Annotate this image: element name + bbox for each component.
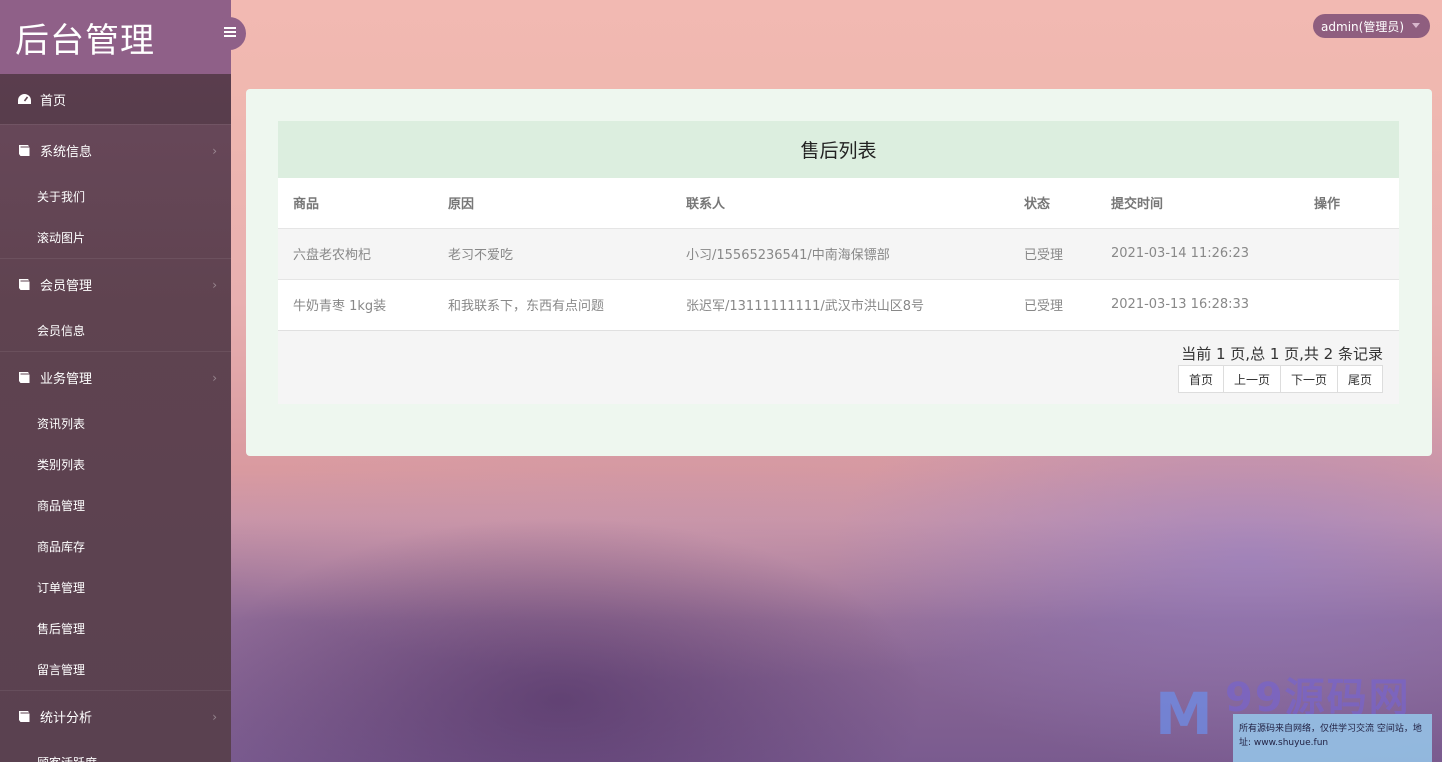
column-header: 状态 [1009,178,1096,228]
aftersales-table: 商品 原因 联系人 状态 提交时间 操作 六盘老农枸杞 老习不爱吃 小习/155… [278,178,1399,330]
table-row: 牛奶青枣 1kg装 和我联系下，东西有点问题 张迟军/13111111111/武… [278,278,1399,330]
table-cell: 老习不爱吃 [433,227,671,279]
sidebar-toggle-button[interactable] [213,17,246,50]
sidebar-item-orders[interactable]: 订单管理 [0,567,231,608]
table-cell: 已受理 [1009,227,1096,279]
caret-down-icon [1412,23,1420,28]
table-cell [1299,278,1399,330]
sidebar: 后台管理 首页 系统信息 › 关于我们 滚动图片 会员管理 › 会员信息 业务管… [0,0,231,762]
sidebar-group-system[interactable]: 系统信息 › [0,124,231,176]
chevron-right-icon: › [212,709,217,724]
book-icon [16,278,32,292]
sidebar-item-label: 业务管理 [40,372,93,387]
sidebar-item-aftersales[interactable]: 售后管理 [0,608,231,649]
aftersales-table-card: 售后列表 商品 原因 联系人 状态 提交时间 操作 六盘老农枸杞 老习不爱吃 小… [278,121,1399,404]
pagination-info: 当前 1 页,总 1 页,共 2 条记录 [1181,345,1383,363]
table-cell: 2021-03-14 11:26:23 [1096,227,1299,279]
first-page-button[interactable]: 首页 [1177,365,1224,393]
chevron-right-icon: › [212,277,217,292]
pagination-buttons: 首页 上一页 下一页 尾页 [1177,365,1383,393]
table-cell: 小习/15565236541/中南海保镖部 [671,227,1009,279]
watermark-note: 所有源码来自网络，仅供学习交流 空间站，地址: www.shuyue.fun [1233,714,1432,762]
table-cell: 2021-03-13 16:28:33 [1096,278,1299,330]
sidebar-group-business[interactable]: 业务管理 › [0,351,231,403]
column-header: 商品 [278,178,433,228]
next-page-button[interactable]: 下一页 [1279,365,1338,393]
table-title: 售后列表 [278,121,1399,178]
sidebar-group-statistics[interactable]: 统计分析 › [0,690,231,742]
book-icon [16,371,32,385]
sidebar-item-label: 首页 [40,93,67,109]
table-cell [1299,227,1399,279]
chevron-right-icon: › [212,370,217,385]
sidebar-item-label: 统计分析 [40,711,93,726]
main-panel: 售后列表 商品 原因 联系人 状态 提交时间 操作 六盘老农枸杞 老习不爱吃 小… [246,89,1432,456]
table-header-row: 商品 原因 联系人 状态 提交时间 操作 [278,178,1399,228]
pagination: 当前 1 页,总 1 页,共 2 条记录 首页 上一页 下一页 尾页 [278,330,1399,404]
sidebar-item-stock[interactable]: 商品库存 [0,526,231,567]
sidebar-item-categories[interactable]: 类别列表 [0,444,231,485]
table-cell: 六盘老农枸杞 [278,227,433,279]
column-header: 原因 [433,178,671,228]
column-header: 操作 [1299,178,1399,228]
sidebar-item-products[interactable]: 商品管理 [0,485,231,526]
book-icon [16,710,32,724]
sidebar-item-carousel[interactable]: 滚动图片 [0,217,231,258]
user-menu[interactable]: admin(管理员) [1313,14,1430,38]
column-header: 联系人 [671,178,1009,228]
sidebar-item-label: 会员管理 [40,279,93,294]
table-cell: 牛奶青枣 1kg装 [278,278,433,330]
sidebar-item-activity[interactable]: 顾客活跃度 [0,742,231,762]
last-page-button[interactable]: 尾页 [1336,365,1383,393]
column-header: 提交时间 [1096,178,1299,228]
brand: 后台管理 [0,0,231,74]
dashboard-icon [16,92,32,106]
table-cell: 和我联系下，东西有点问题 [433,278,671,330]
prev-page-button[interactable]: 上一页 [1222,365,1281,393]
sidebar-item-about[interactable]: 关于我们 [0,176,231,217]
sidebar-item-member-info[interactable]: 会员信息 [0,310,231,351]
sidebar-item-messages[interactable]: 留言管理 [0,649,231,690]
sidebar-item-label: 系统信息 [40,145,93,160]
watermark-logo: M [1155,680,1213,748]
user-name: admin(管理员) [1321,19,1404,34]
brand-title: 后台管理 [15,20,155,61]
sidebar-group-members[interactable]: 会员管理 › [0,258,231,310]
sidebar-item-home[interactable]: 首页 [0,74,231,124]
table-cell: 已受理 [1009,278,1096,330]
menu-icon [223,26,236,41]
chevron-right-icon: › [212,143,217,158]
sidebar-item-news[interactable]: 资讯列表 [0,403,231,444]
table-cell: 张迟军/13111111111/武汉市洪山区8号 [671,278,1009,330]
book-icon [16,144,32,158]
table-row: 六盘老农枸杞 老习不爱吃 小习/15565236541/中南海保镖部 已受理 2… [278,227,1399,279]
